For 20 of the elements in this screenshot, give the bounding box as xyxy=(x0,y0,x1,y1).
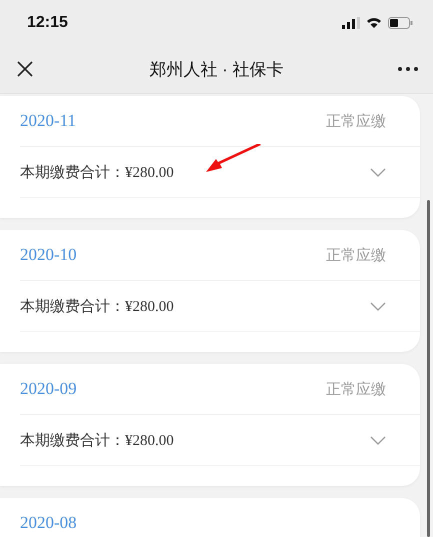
chevron-icon[interactable] xyxy=(370,168,386,176)
record-period: 2020-09 xyxy=(20,379,77,399)
record-period: 2020-08 xyxy=(20,513,77,533)
record-period: 2020-11 xyxy=(20,111,76,131)
status-time: 12:15 xyxy=(27,14,68,32)
record-status: 正常应缴 xyxy=(326,380,386,398)
wifi-icon xyxy=(366,16,382,28)
more-icon[interactable] xyxy=(398,67,418,71)
record-status: 正常应缴 xyxy=(326,246,386,264)
battery-icon xyxy=(388,16,413,28)
record-status: 正常应缴 xyxy=(326,112,386,130)
chevron-icon[interactable] xyxy=(370,302,386,310)
record-total: 本期缴费合计：¥280.00 xyxy=(20,432,174,450)
record-total: 本期缴费合计：¥280.00 xyxy=(20,298,174,316)
page-title: 郑州人社 · 社保卡 xyxy=(149,58,284,80)
chevron-icon[interactable] xyxy=(370,436,386,444)
record-total: 本期缴费合计：¥280.00 xyxy=(20,164,174,182)
record-period: 2020-10 xyxy=(20,245,77,265)
signal-icon xyxy=(342,16,360,28)
scrollbar[interactable] xyxy=(427,200,430,537)
